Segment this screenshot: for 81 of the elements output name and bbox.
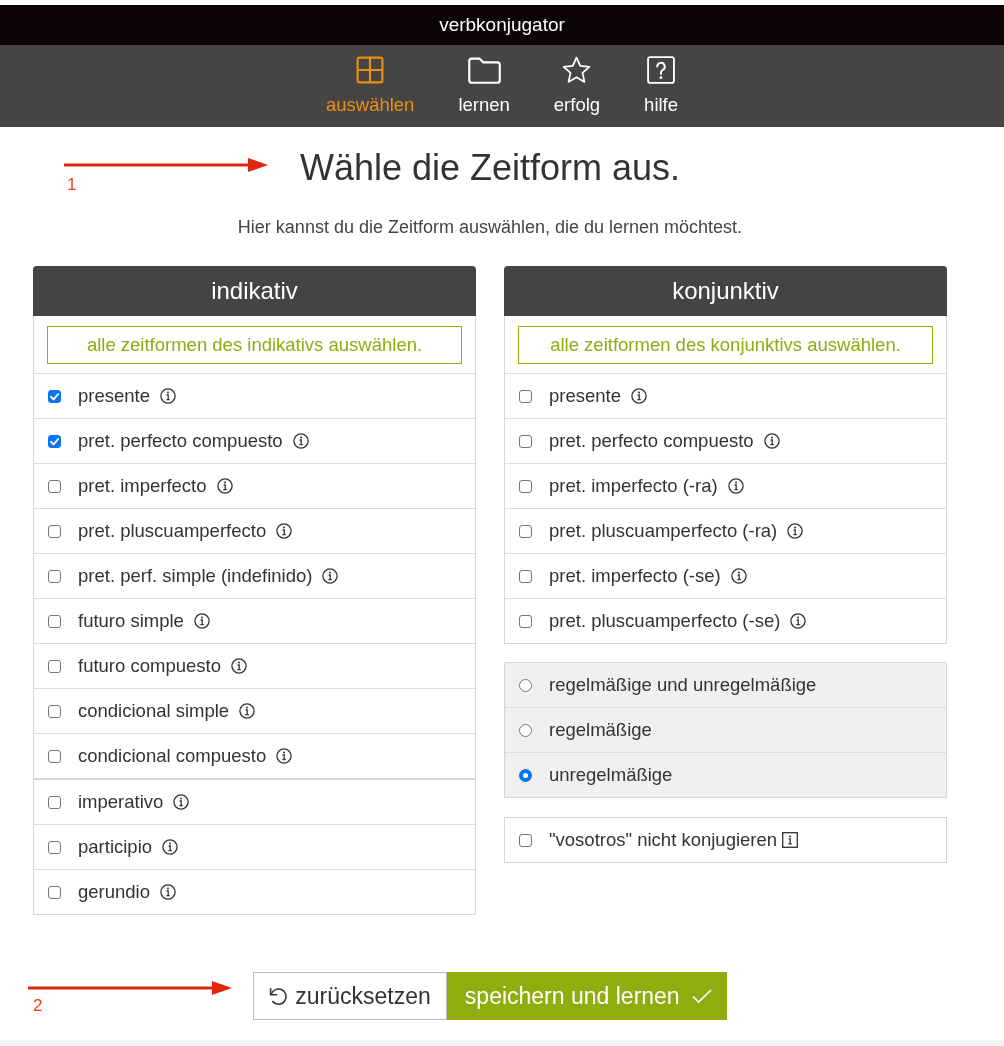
info-icon[interactable]	[763, 433, 780, 449]
info-icon[interactable]	[162, 839, 179, 855]
tense-label: pret. imperfecto (-ra)	[549, 475, 718, 497]
tense-label: pret. perfecto compuesto	[549, 430, 754, 452]
nav-tab[interactable]: erfolg	[531, 45, 623, 115]
checkbox[interactable]	[48, 479, 61, 493]
info-icon[interactable]	[276, 748, 293, 764]
intro-text: Hier kannst du die Zeitform auswählen, die du lernen möchtest.	[237, 216, 743, 238]
tense-label: futuro simple	[78, 610, 184, 632]
info-icon[interactable]	[727, 478, 744, 494]
tense-label: condicional simple	[78, 700, 230, 722]
info-icon[interactable]	[276, 523, 293, 539]
checkbox[interactable]	[48, 434, 61, 448]
checkbox[interactable]	[519, 614, 532, 628]
folder-icon	[467, 56, 501, 84]
tense-label: presente	[549, 385, 621, 407]
checkbox[interactable]	[48, 389, 61, 403]
info-icon[interactable]	[230, 658, 247, 674]
tense-label: pret. pluscuamperfecto	[78, 520, 267, 542]
nav-tab[interactable]: hilfe	[622, 45, 701, 115]
info-icon[interactable]	[782, 832, 799, 848]
tense-label: gerundio	[78, 881, 150, 903]
tense-label: participio	[78, 836, 153, 858]
reset-icon	[267, 985, 290, 1007]
checkbox[interactable]	[48, 524, 61, 538]
checkbox[interactable]	[48, 659, 61, 673]
tense-label: futuro compuesto	[78, 655, 221, 677]
panel-header: konjunktiv	[504, 266, 947, 316]
checkbox[interactable]	[48, 569, 61, 583]
checkbox[interactable]	[519, 479, 532, 493]
tense-label: pret. perf. simple (indefinido)	[78, 565, 313, 587]
checkbox[interactable]	[519, 833, 532, 847]
info-icon[interactable]	[239, 703, 256, 719]
tense-label: condicional compuesto	[78, 745, 267, 767]
info-icon[interactable]	[322, 568, 339, 584]
checkbox[interactable]	[519, 434, 532, 448]
annotation-number: 1	[67, 176, 77, 194]
option-label: "vosotros" nicht konjugieren	[549, 829, 778, 851]
checkbox[interactable]	[48, 795, 61, 809]
checkbox[interactable]	[519, 389, 532, 403]
radio-button[interactable]	[519, 678, 532, 692]
checkbox[interactable]	[48, 704, 61, 718]
tense-label: presente	[78, 385, 150, 407]
reset-button[interactable]: zurücksetzen	[253, 972, 447, 1020]
tense-label: imperativo	[78, 791, 164, 813]
tense-label: pret. imperfecto (-se)	[549, 565, 721, 587]
info-icon[interactable]	[160, 884, 176, 900]
info-icon[interactable]	[790, 613, 807, 629]
option-label: regelmäßige	[549, 719, 652, 741]
check-icon	[691, 988, 712, 1004]
nav-tab[interactable]: auswählen	[303, 45, 437, 115]
checkbox[interactable]	[48, 885, 61, 899]
info-icon[interactable]	[216, 478, 233, 494]
page-heading: Wähle die Zeitform aus.	[299, 146, 681, 190]
info-icon[interactable]	[730, 568, 747, 584]
tense-label: pret. pluscuamperfecto (-se)	[549, 610, 781, 632]
annotation-number: 2	[33, 997, 43, 1015]
checkbox[interactable]	[48, 840, 61, 854]
nav-tab[interactable]: lernen	[436, 45, 532, 115]
checkbox[interactable]	[48, 749, 61, 763]
option-label: regelmäßige und unregelmäßige	[549, 674, 817, 696]
option-label: unregelmäßige	[549, 764, 673, 786]
tense-label: pret. pluscuamperfecto (-ra)	[549, 520, 778, 542]
help-icon	[647, 56, 676, 84]
info-icon[interactable]	[160, 388, 176, 404]
info-icon[interactable]	[631, 388, 647, 404]
info-icon[interactable]	[173, 794, 190, 810]
star-icon	[562, 56, 592, 84]
radio-button[interactable]	[519, 768, 532, 782]
checkbox[interactable]	[519, 569, 532, 583]
grid-icon	[356, 56, 385, 84]
tense-label: pret. imperfecto	[78, 475, 207, 497]
tense-label: pret. perfecto compuesto	[78, 430, 283, 452]
info-icon[interactable]	[292, 433, 309, 449]
radio-button[interactable]	[519, 723, 532, 737]
app-title: verbkonjugator	[0, 5, 1004, 45]
checkbox[interactable]	[48, 614, 61, 628]
panel-header: indikativ	[33, 266, 476, 316]
checkbox[interactable]	[519, 524, 532, 538]
info-icon[interactable]	[193, 613, 210, 629]
info-icon[interactable]	[787, 523, 804, 539]
